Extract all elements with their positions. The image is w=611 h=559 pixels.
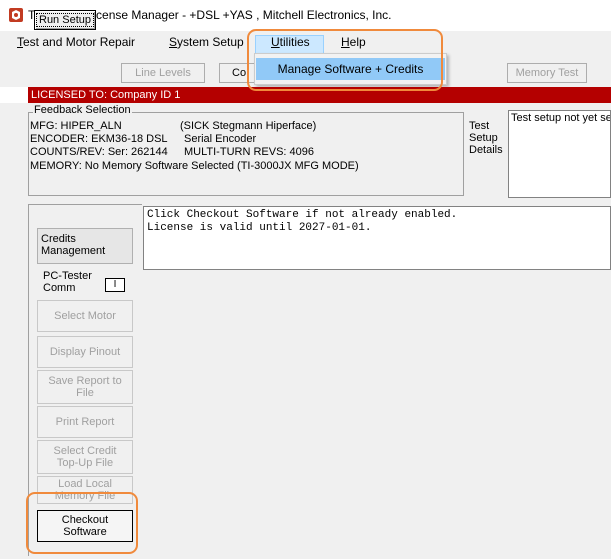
test-setup-details: Test setup not yet se: [508, 110, 611, 198]
line-levels-button[interactable]: Line Levels: [121, 63, 205, 83]
feedback-memory: MEMORY: No Memory Software Selected (TI-…: [30, 160, 359, 172]
credits-management-label: Credits Management: [37, 228, 133, 264]
pc-tester-comm-label: PC-Tester Comm: [43, 270, 92, 294]
feedback-encoder: ENCODER: EKM36-18 DSL: [30, 133, 168, 145]
feedback-multiturn: MULTI-TURN REVS: 4096: [184, 146, 314, 158]
feedback-counts: COUNTS/REV: Ser: 262144: [30, 146, 168, 158]
select-credit-top-up-file-button[interactable]: Select Credit Top-Up File: [37, 440, 133, 474]
run-setup-button[interactable]: Run Setup: [34, 10, 96, 30]
utilities-dropdown: Manage Software + Credits: [254, 53, 447, 85]
feedback-legend: Feedback Selection: [33, 104, 132, 116]
save-report-to-file-button[interactable]: Save Report to File: [37, 370, 133, 404]
pc-tester-comm-indicator: I: [105, 278, 125, 292]
memory-test-button[interactable]: Memory Test: [507, 63, 587, 83]
print-report-button[interactable]: Print Report: [37, 406, 133, 438]
manage-software-credits-item[interactable]: Manage Software + Credits: [256, 58, 445, 80]
select-motor-button[interactable]: Select Motor: [37, 300, 133, 332]
menu-utilities[interactable]: Utilities: [271, 35, 310, 49]
display-pinout-button[interactable]: Display Pinout: [37, 336, 133, 368]
message-area: Click Checkout Software if not already e…: [143, 206, 611, 270]
menu-help[interactable]: Help: [341, 35, 366, 49]
load-local-memory-file-button[interactable]: Load Local Memory File: [37, 476, 133, 504]
feedback-encoder-desc: Serial Encoder: [184, 133, 257, 145]
partial-toolbar-button[interactable]: Co: [219, 63, 259, 83]
menu-test-and-motor-repair[interactable]: Test and Motor Repair: [17, 35, 135, 49]
app-icon: [9, 8, 23, 22]
menu-system-setup[interactable]: System Setup: [169, 35, 244, 49]
checkout-software-button[interactable]: Checkout Software: [37, 510, 133, 542]
license-bar: LICENSED TO: Company ID 1: [28, 87, 611, 103]
feedback-mfg-desc: (SICK Stegmann Hiperface): [180, 120, 317, 132]
test-setup-label: Test Setup Details: [469, 120, 503, 156]
feedback-mfg: MFG: HIPER_ALN: [30, 120, 122, 132]
